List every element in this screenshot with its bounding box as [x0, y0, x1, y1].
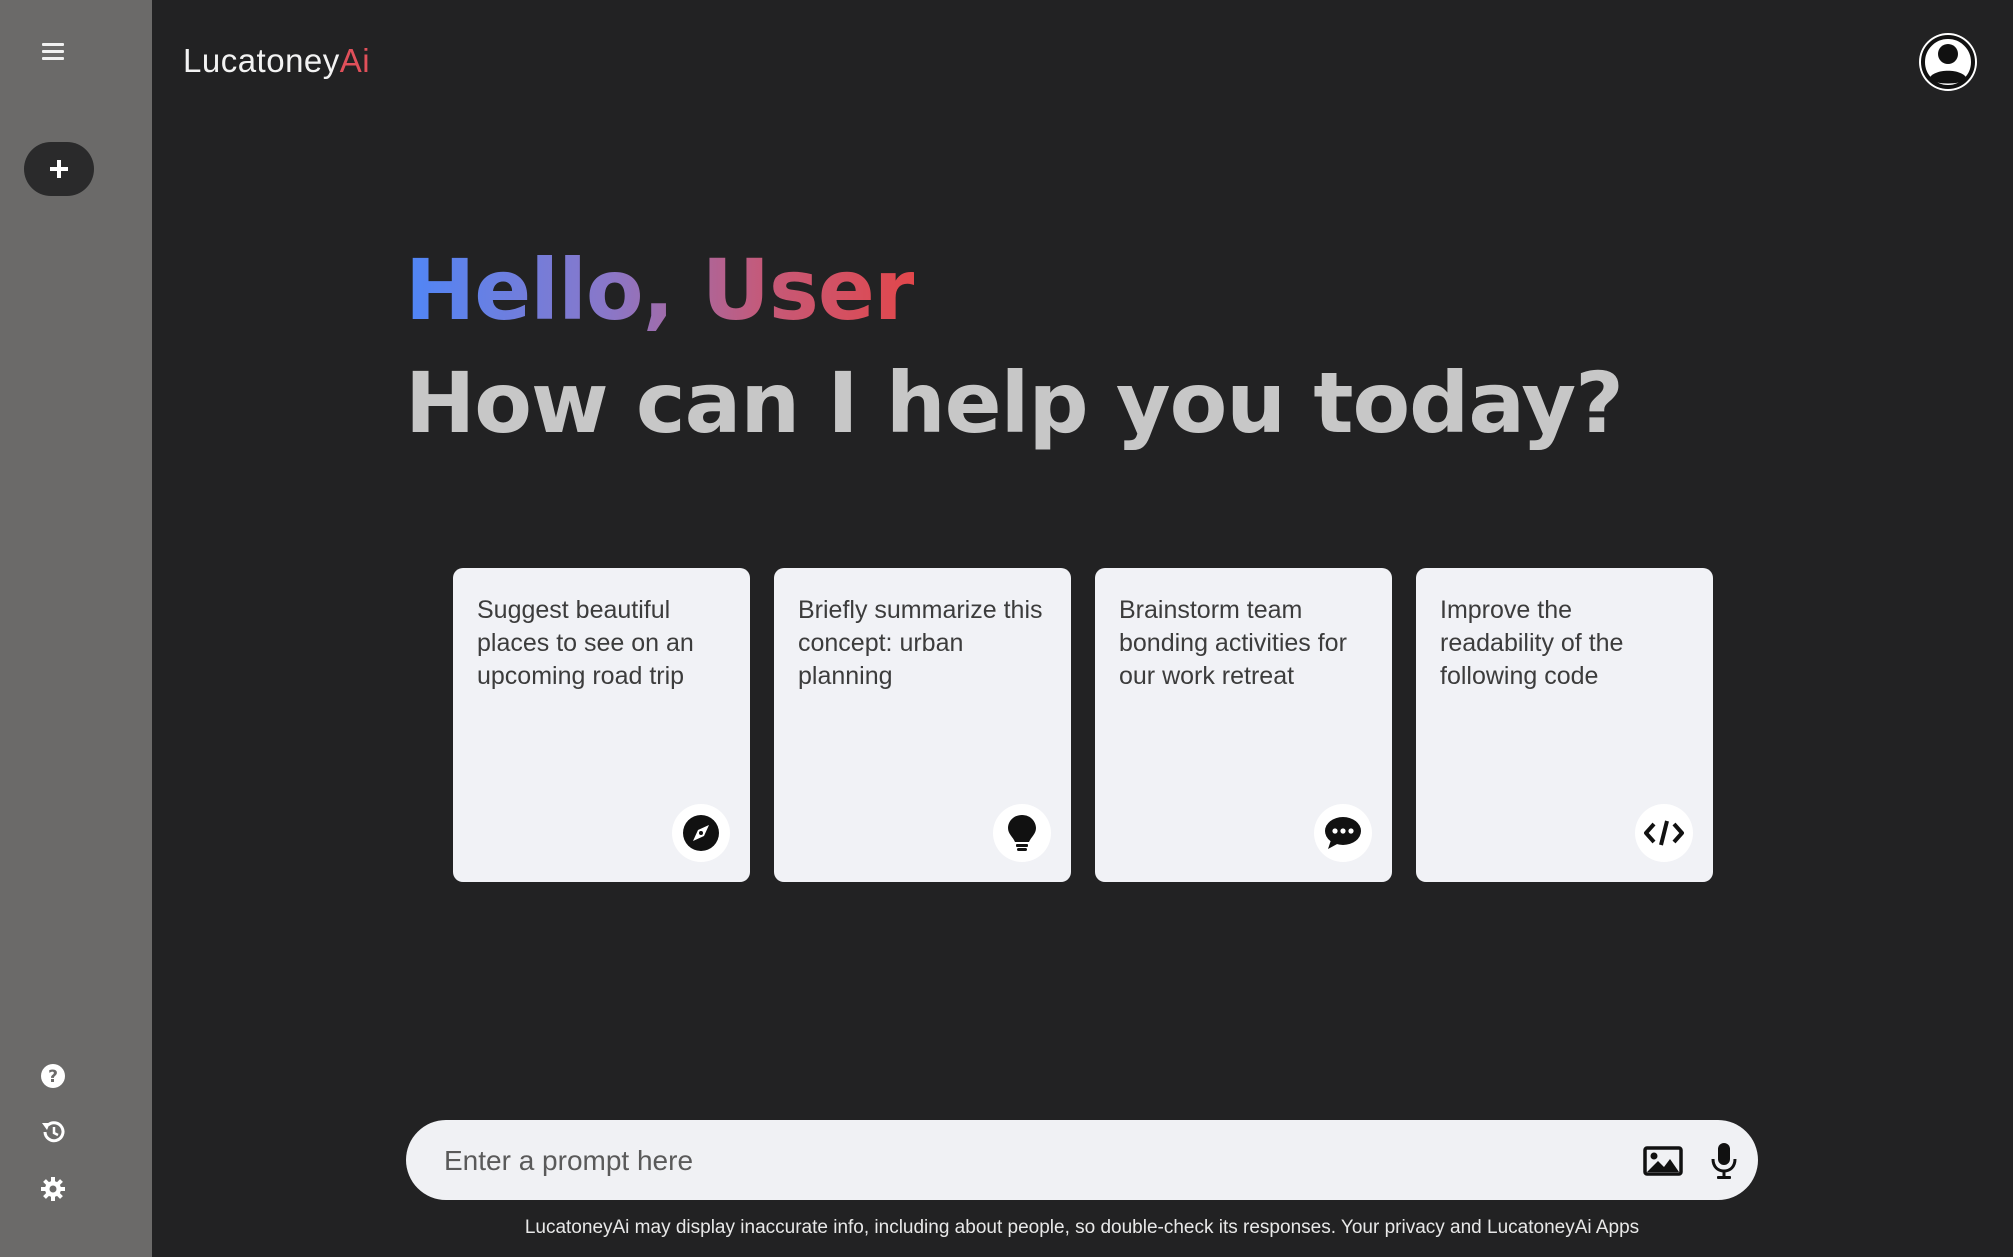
suggestion-card-team-bonding[interactable]: Brainstorm team bonding activities for o…: [1095, 568, 1392, 882]
disclaimer-body: LucatoneyAi may display inaccurate info,…: [524, 1217, 1341, 1238]
lightbulb-icon: [993, 804, 1051, 862]
plus-icon: [50, 160, 68, 178]
privacy-link[interactable]: Your privacy and LucatoneyAi Apps: [1341, 1217, 1639, 1238]
microphone-icon: [1711, 1143, 1737, 1179]
user-avatar[interactable]: [1916, 30, 1980, 94]
question-circle-icon: ?: [41, 1064, 65, 1088]
suggestion-card-code[interactable]: Improve the readability of the following…: [1416, 568, 1713, 882]
compass-icon: [672, 804, 730, 862]
brand-logo: LucatoneyAi: [183, 42, 370, 80]
settings-button[interactable]: [36, 1172, 70, 1206]
chat-bubble-icon: [1314, 804, 1372, 862]
svg-text:?: ?: [48, 1067, 58, 1087]
greeting-hello: Hello, User: [405, 241, 915, 339]
card-text: Briefly summarize this concept: urban pl…: [798, 596, 1043, 690]
card-text: Improve the readability of the following…: [1440, 596, 1624, 690]
hamburger-menu-icon[interactable]: [36, 34, 70, 68]
suggestion-card-urban-planning[interactable]: Briefly summarize this concept: urban pl…: [774, 568, 1071, 882]
new-chat-button[interactable]: [24, 142, 94, 196]
app-root: ? LucatoneyAi Hello, User How can I help…: [0, 0, 2013, 1257]
microphone-button[interactable]: [1703, 1140, 1745, 1182]
card-text: Suggest beautiful places to see on an up…: [477, 596, 694, 690]
greeting-subtitle: How can I help you today?: [405, 354, 1624, 452]
suggestion-card-road-trip[interactable]: Suggest beautiful places to see on an up…: [453, 568, 750, 882]
code-icon: [1635, 804, 1693, 862]
activity-button[interactable]: [36, 1115, 70, 1149]
brand-accent: Ai: [339, 42, 371, 79]
prompt-bar: [406, 1120, 1758, 1202]
image-icon: [1643, 1146, 1683, 1176]
sidebar: ?: [0, 0, 152, 1257]
disclaimer-text: LucatoneyAi may display inaccurate info,…: [406, 1217, 1758, 1239]
help-button[interactable]: ?: [36, 1059, 70, 1093]
prompt-input[interactable]: [442, 1120, 1596, 1202]
gear-icon: [41, 1177, 65, 1201]
history-icon: [42, 1121, 65, 1143]
image-upload-button[interactable]: [1642, 1140, 1684, 1182]
user-profile-icon: [1919, 33, 1977, 91]
suggestion-cards: Suggest beautiful places to see on an up…: [453, 568, 1713, 882]
card-text: Brainstorm team bonding activities for o…: [1119, 596, 1347, 690]
brand-name: Lucatoney: [183, 42, 340, 79]
